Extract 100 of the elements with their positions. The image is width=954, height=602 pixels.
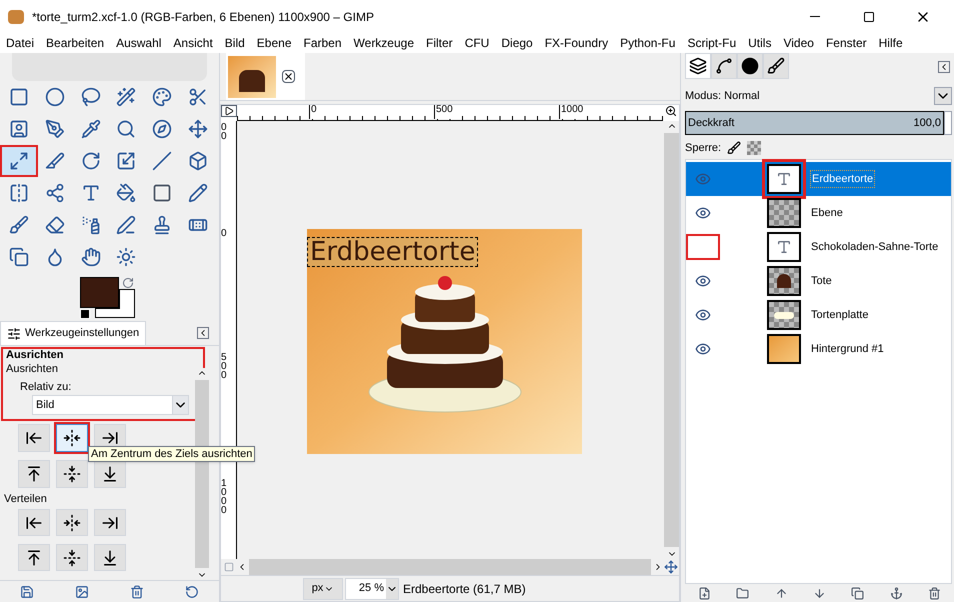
menu-item[interactable]: Farben <box>304 37 342 49</box>
menu-item[interactable]: Video <box>783 37 814 49</box>
zoom-dropdown[interactable]: 25 % <box>345 578 399 600</box>
menu-item[interactable]: Ansicht <box>173 37 213 49</box>
menu-item[interactable]: Auswahl <box>116 37 162 49</box>
menu-item[interactable]: Werkzeuge <box>354 37 414 49</box>
new-file-icon[interactable] <box>698 586 711 600</box>
layer-row[interactable]: Erdbeertorte <box>686 162 951 196</box>
align-bottom-icon <box>101 465 119 483</box>
menu-item[interactable]: Datei <box>6 37 34 49</box>
close-tab-icon[interactable] <box>282 70 295 83</box>
user-icon <box>9 119 29 139</box>
menu-item[interactable]: Filter <box>426 37 453 49</box>
minimize-icon <box>810 16 820 17</box>
navigation-icon[interactable] <box>221 105 237 117</box>
layer-row[interactable]: Tortenplatte <box>686 298 951 332</box>
tooltip: Am Zentrum des Ziels ausrichten <box>88 446 256 462</box>
slash-icon <box>152 151 172 171</box>
layer-row[interactable]: Schokoladen-Sahne-Torte <box>686 230 951 264</box>
image-tab-thumbnail[interactable] <box>228 56 276 98</box>
box-icon <box>188 151 208 171</box>
menu-item[interactable]: Utils <box>748 37 772 49</box>
align-button[interactable] <box>56 424 88 452</box>
ruler-label: 1000 <box>559 105 584 119</box>
mode-dropdown-icon[interactable] <box>934 87 952 105</box>
stamp-icon <box>152 215 172 235</box>
plate-layer-thumbnail <box>767 300 801 330</box>
distribute-button[interactable] <box>18 544 50 571</box>
panel-menu-icon[interactable] <box>197 327 209 339</box>
brush-icon[interactable] <box>727 141 742 155</box>
ink-pen-icon <box>116 215 136 235</box>
duplicate-icon[interactable] <box>851 586 864 600</box>
dock-tab[interactable] <box>737 53 763 79</box>
arrow-up-icon[interactable] <box>774 586 788 600</box>
menu-item[interactable]: Fenster <box>826 37 867 49</box>
scale-icon <box>116 151 136 171</box>
expand-arrows-tool-button[interactable] <box>2 147 36 175</box>
zoom-icon[interactable] <box>663 105 679 117</box>
ruler-label: 0 <box>309 105 317 119</box>
text-layer-thumbnail <box>767 232 801 262</box>
mode-label: Modus: Normal <box>685 88 761 104</box>
ruler-label: 500 <box>434 105 453 119</box>
distribute-button[interactable] <box>56 544 88 571</box>
unit-dropdown[interactable]: px <box>303 578 343 600</box>
menu-item[interactable]: Bild <box>224 37 245 49</box>
menu-item[interactable]: Diego <box>501 37 533 49</box>
save-icon[interactable] <box>20 584 34 598</box>
dock-tab[interactable] <box>763 53 789 79</box>
menu-item[interactable]: Hilfe <box>878 37 903 49</box>
tool-options-tab[interactable]: Werkzeugeinstellungen <box>0 321 146 345</box>
menu-item[interactable]: Bearbeiten <box>46 37 104 49</box>
layer-row[interactable]: Ebene <box>686 196 951 230</box>
folder-icon[interactable] <box>736 586 750 600</box>
text-layer: Erdbeertorte <box>307 237 478 267</box>
spin-buttons[interactable] <box>944 111 952 135</box>
swap-colors-icon[interactable] <box>122 277 134 289</box>
distribute-button[interactable] <box>94 544 126 571</box>
rotate-icon <box>80 151 101 171</box>
visibility-toggle[interactable] <box>686 234 720 260</box>
menu-item[interactable]: Ebene <box>256 37 292 49</box>
move-arrows-icon[interactable] <box>663 560 679 574</box>
relative-to-dropdown[interactable]: Bild <box>32 395 189 415</box>
cake-layer-thumbnail <box>767 266 801 296</box>
layer-name: Tortenplatte <box>810 308 870 323</box>
menu-item[interactable]: FX-Foundry <box>544 37 608 49</box>
distribute-label: Verteilen <box>4 493 48 506</box>
layer-row[interactable]: Tote <box>686 264 951 298</box>
menu-item[interactable]: Script-Fu <box>687 37 736 49</box>
trash-icon[interactable] <box>928 586 942 600</box>
default-colors-icon[interactable] <box>80 309 90 319</box>
trash-icon[interactable] <box>130 584 144 598</box>
reset-icon[interactable] <box>184 584 199 598</box>
expand-arrows-icon <box>9 151 29 171</box>
opacity-slider[interactable]: Deckkraft 100,0 <box>685 111 944 135</box>
distribute-button[interactable] <box>18 509 50 536</box>
eye-icon <box>695 205 711 221</box>
nodes-icon <box>44 183 65 203</box>
menu-item[interactable]: CFU <box>464 37 490 49</box>
arrow-down-icon[interactable] <box>812 586 826 600</box>
lock-label: Sperre: <box>685 140 722 156</box>
menu-item[interactable]: Python-Fu <box>620 37 676 49</box>
anchor-icon[interactable] <box>890 586 903 600</box>
move-arrows-icon <box>188 119 208 139</box>
layer-row[interactable]: Hintergrund #1 <box>686 332 951 366</box>
dock-tab[interactable] <box>711 53 737 79</box>
align-top-icon <box>25 465 43 483</box>
distribute-button[interactable] <box>94 509 126 536</box>
align-bottom-icon <box>101 548 119 566</box>
eye-icon <box>695 273 711 289</box>
image-icon[interactable] <box>75 584 90 598</box>
vertical-scrollbar[interactable] <box>664 121 679 559</box>
foreground-color-swatch[interactable] <box>80 277 119 308</box>
distribute-button[interactable] <box>56 509 88 536</box>
panel-menu-icon[interactable] <box>938 61 950 73</box>
dock-tab[interactable] <box>685 53 711 79</box>
brush-icon <box>767 57 785 75</box>
background-color-swatch[interactable] <box>95 289 135 318</box>
options-title: Ausrichten <box>6 349 64 362</box>
checkerboard-icon[interactable] <box>747 141 762 155</box>
knife-icon <box>44 151 65 171</box>
